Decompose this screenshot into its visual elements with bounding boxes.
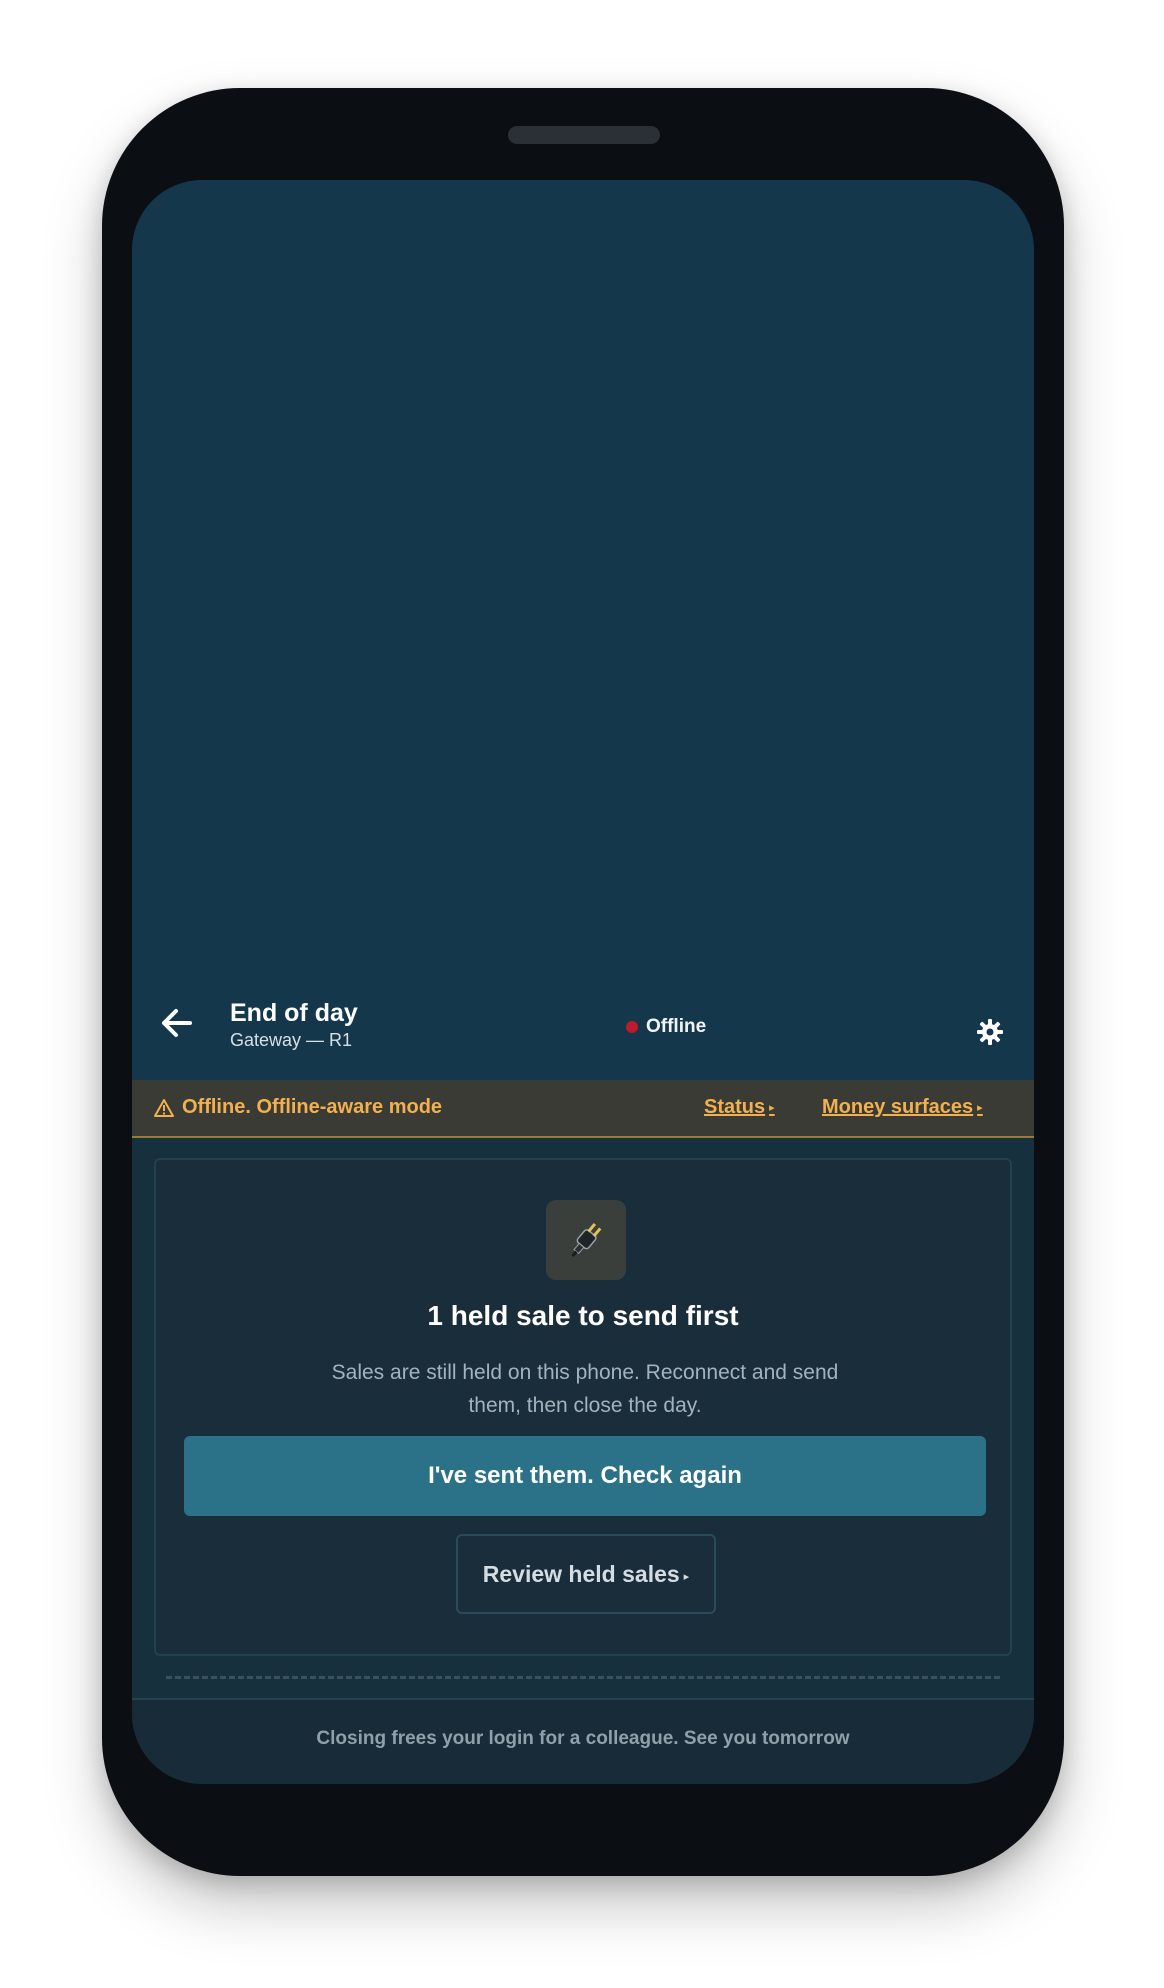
money-surfaces-link-label: Money surfaces	[822, 1096, 974, 1118]
held-sales-card: 1 held sale to send first Sales are stil…	[154, 1158, 1012, 1656]
money-surfaces-link[interactable]: Money surfaces ▸	[822, 1096, 983, 1119]
app-header: End of day Gateway — R1 Offline	[132, 980, 1034, 1080]
page-title: End of day	[230, 999, 358, 1027]
status-dot	[626, 1021, 638, 1033]
connection-status: Offline	[626, 1016, 706, 1038]
review-held-sales-label: Review held sales	[482, 1560, 680, 1587]
phone-frame: End of day Gateway — R1 Offline Offline.…	[102, 88, 1064, 1876]
warning-icon	[154, 1098, 174, 1117]
offline-message: Offline. Offline-aware mode	[154, 1096, 442, 1119]
caret-right-icon: ▸	[683, 1570, 690, 1583]
offline-banner: Offline. Offline-aware mode Status ▸ Mone…	[132, 1080, 1034, 1138]
review-held-sales-button[interactable]: Review held sales ▸	[456, 1534, 716, 1614]
card-description: Sales are still held on this phone. Reco…	[331, 1361, 839, 1417]
gear-icon[interactable]	[976, 1018, 1004, 1046]
caret-right-icon: ▸	[769, 1102, 775, 1114]
footer-text: Closing frees your login for a colleague…	[316, 1728, 850, 1749]
card-title: 1 held sale to send first	[427, 1300, 739, 1331]
check-again-button[interactable]: I've sent them. Check again	[184, 1436, 986, 1516]
back-arrow-icon[interactable]	[156, 1002, 198, 1044]
plug-icon-tile	[546, 1200, 626, 1280]
title-block: End of day Gateway — R1	[230, 998, 358, 1052]
offline-message-text: Offline. Offline-aware mode	[182, 1096, 443, 1118]
footer: Closing frees your login for a colleague…	[132, 1698, 1034, 1784]
page-subtitle: Gateway — R1	[230, 1030, 353, 1050]
status-link[interactable]: Status ▸	[704, 1096, 775, 1119]
status-link-label: Status	[704, 1096, 766, 1118]
status-label: Offline	[646, 1016, 707, 1037]
plug-icon	[571, 1222, 602, 1258]
header-background	[132, 180, 1034, 1080]
dashed-divider	[166, 1676, 1000, 1679]
phone-speaker	[508, 126, 660, 144]
caret-right-icon: ▸	[977, 1102, 983, 1114]
app-screen: End of day Gateway — R1 Offline Offline.…	[132, 180, 1034, 1784]
